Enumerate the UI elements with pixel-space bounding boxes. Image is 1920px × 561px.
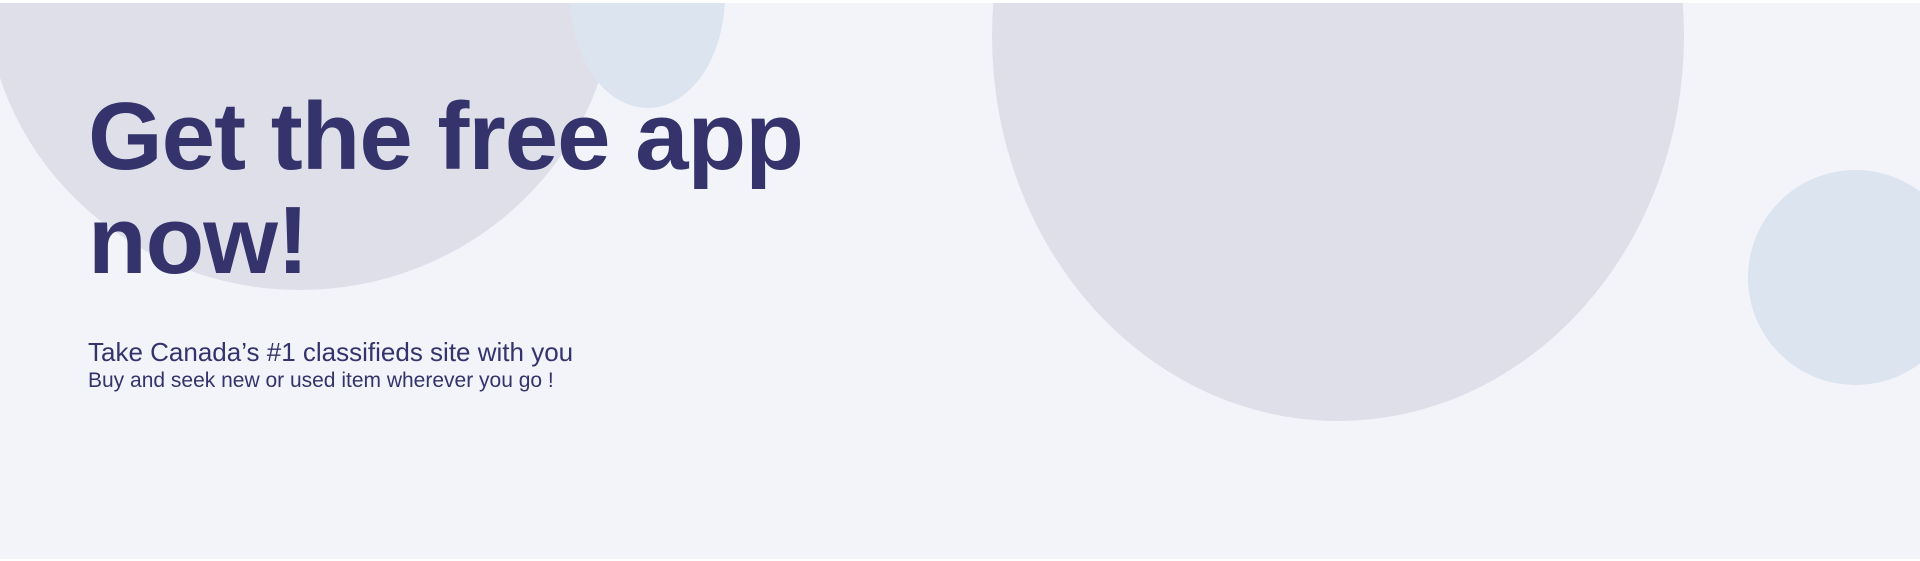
app-promo-banner: Get the free app now! Take Canada’s #1 c… bbox=[0, 3, 1920, 559]
hero-headline: Get the free app now! bbox=[88, 83, 804, 294]
decorative-circle-right-blue bbox=[1748, 170, 1920, 385]
hero-content: Get the free app now! Take Canada’s #1 c… bbox=[88, 85, 848, 394]
hero-subtitle: Take Canada’s #1 classifieds site with y… bbox=[88, 337, 574, 367]
hero-tagline: Buy and seek new or used item wherever y… bbox=[88, 369, 554, 392]
decorative-circle-center-large bbox=[992, 3, 1684, 421]
